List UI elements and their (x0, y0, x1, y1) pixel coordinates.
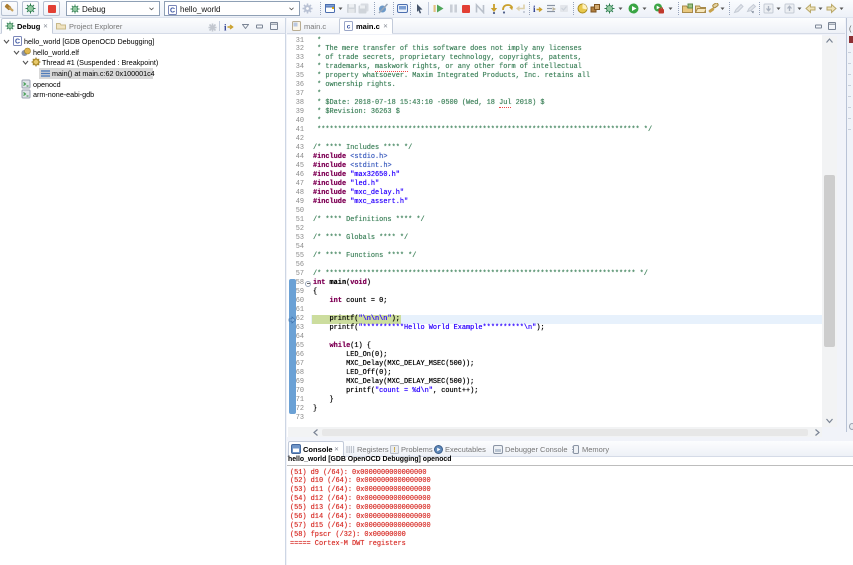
svg-text:c: c (347, 24, 351, 31)
svg-text:C: C (15, 39, 20, 46)
svg-text:i: i (224, 23, 227, 33)
svg-text:i: i (533, 4, 536, 14)
svg-text:!: ! (393, 447, 395, 454)
svg-text:C: C (170, 7, 175, 14)
